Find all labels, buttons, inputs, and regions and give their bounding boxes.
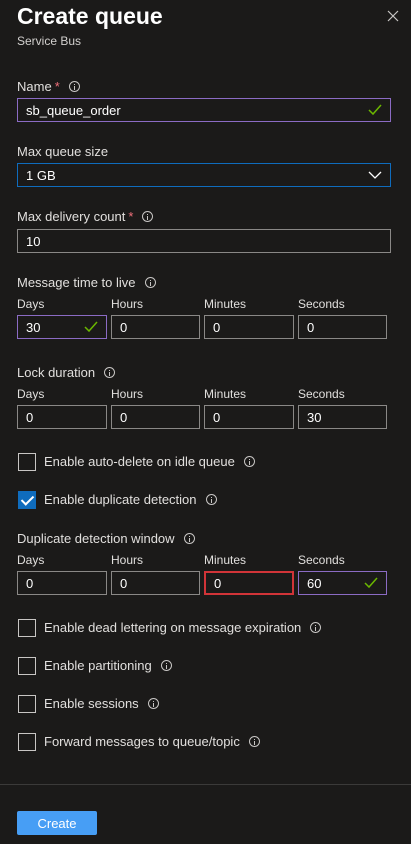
info-icon[interactable]	[310, 622, 322, 633]
info-icon[interactable]	[243, 456, 255, 467]
name-input[interactable]: sb_queue_order	[17, 98, 391, 122]
lock-hours-label: Hours	[111, 387, 144, 401]
name-input-value: sb_queue_order	[26, 102, 121, 118]
close-icon[interactable]	[385, 8, 401, 24]
required-marker: *	[128, 209, 134, 224]
lock-hours-input[interactable]: 0	[111, 405, 200, 429]
create-button[interactable]: Create	[17, 811, 97, 835]
info-icon[interactable]	[183, 533, 195, 544]
info-icon[interactable]	[104, 367, 116, 378]
sessions-checkbox[interactable]	[18, 695, 36, 713]
info-icon[interactable]	[144, 277, 156, 288]
ttl-minutes-label: Minutes	[204, 297, 247, 311]
ttl-days-input[interactable]: 30	[17, 315, 107, 339]
ttl-hours-input[interactable]: 0	[111, 315, 200, 339]
lock-days-label: Days	[17, 387, 45, 401]
lock-days-input[interactable]: 0	[17, 405, 107, 429]
name-label: Name *	[17, 79, 80, 94]
info-icon[interactable]	[205, 494, 217, 505]
dead-lettering-checkbox[interactable]	[18, 619, 36, 637]
dup-hours-label: Hours	[111, 553, 144, 567]
info-icon[interactable]	[147, 698, 159, 709]
dup-minutes-input[interactable]: 0	[204, 571, 294, 595]
auto-delete-checkbox[interactable]	[18, 453, 36, 471]
required-marker: *	[54, 79, 60, 94]
dead-lettering-label: Enable dead lettering on message expirat…	[44, 620, 322, 635]
info-icon[interactable]	[248, 736, 260, 747]
dup-days-label: Days	[17, 553, 45, 567]
lock-minutes-label: Minutes	[204, 387, 247, 401]
lock-minutes-input[interactable]: 0	[204, 405, 294, 429]
info-icon[interactable]	[142, 211, 154, 222]
dup-window-label: Duplicate detection window	[17, 531, 195, 546]
forward-label: Forward messages to queue/topic	[44, 734, 260, 749]
chevron-down-icon	[368, 171, 382, 179]
ttl-minutes-input[interactable]: 0	[204, 315, 294, 339]
sessions-label: Enable sessions	[44, 696, 159, 711]
max-delivery-count-label: Max delivery count *	[17, 209, 154, 224]
ttl-seconds-input[interactable]: 0	[298, 315, 387, 339]
lock-seconds-input[interactable]: 30	[298, 405, 387, 429]
info-icon[interactable]	[160, 660, 172, 671]
dup-days-input[interactable]: 0	[17, 571, 107, 595]
dup-minutes-label: Minutes	[204, 553, 247, 567]
max-queue-size-value: 1 GB	[26, 167, 56, 183]
auto-delete-label: Enable auto-delete on idle queue	[44, 454, 255, 469]
ttl-seconds-label: Seconds	[298, 297, 345, 311]
dup-hours-input[interactable]: 0	[111, 571, 200, 595]
check-icon	[84, 321, 98, 333]
check-icon	[368, 104, 382, 116]
partitioning-checkbox[interactable]	[18, 657, 36, 675]
page-title: Create queue	[17, 3, 163, 29]
dup-seconds-input[interactable]: 60	[298, 571, 387, 595]
partitioning-label: Enable partitioning	[44, 658, 172, 673]
info-icon[interactable]	[68, 81, 80, 92]
ttl-label: Message time to live	[17, 275, 156, 290]
max-queue-size-label: Max queue size	[17, 144, 109, 159]
duplicate-detection-checkbox[interactable]	[18, 491, 36, 509]
duplicate-detection-label: Enable duplicate detection	[44, 492, 217, 507]
ttl-hours-label: Hours	[111, 297, 144, 311]
footer-divider	[0, 784, 411, 785]
check-icon	[364, 577, 378, 589]
lock-duration-label: Lock duration	[17, 365, 116, 380]
max-queue-size-select[interactable]: 1 GB	[17, 163, 391, 187]
dup-seconds-label: Seconds	[298, 553, 345, 567]
ttl-days-label: Days	[17, 297, 45, 311]
lock-seconds-label: Seconds	[298, 387, 345, 401]
page-subtitle: Service Bus	[17, 34, 82, 48]
max-delivery-count-input[interactable]: 10	[17, 229, 391, 253]
forward-checkbox[interactable]	[18, 733, 36, 751]
